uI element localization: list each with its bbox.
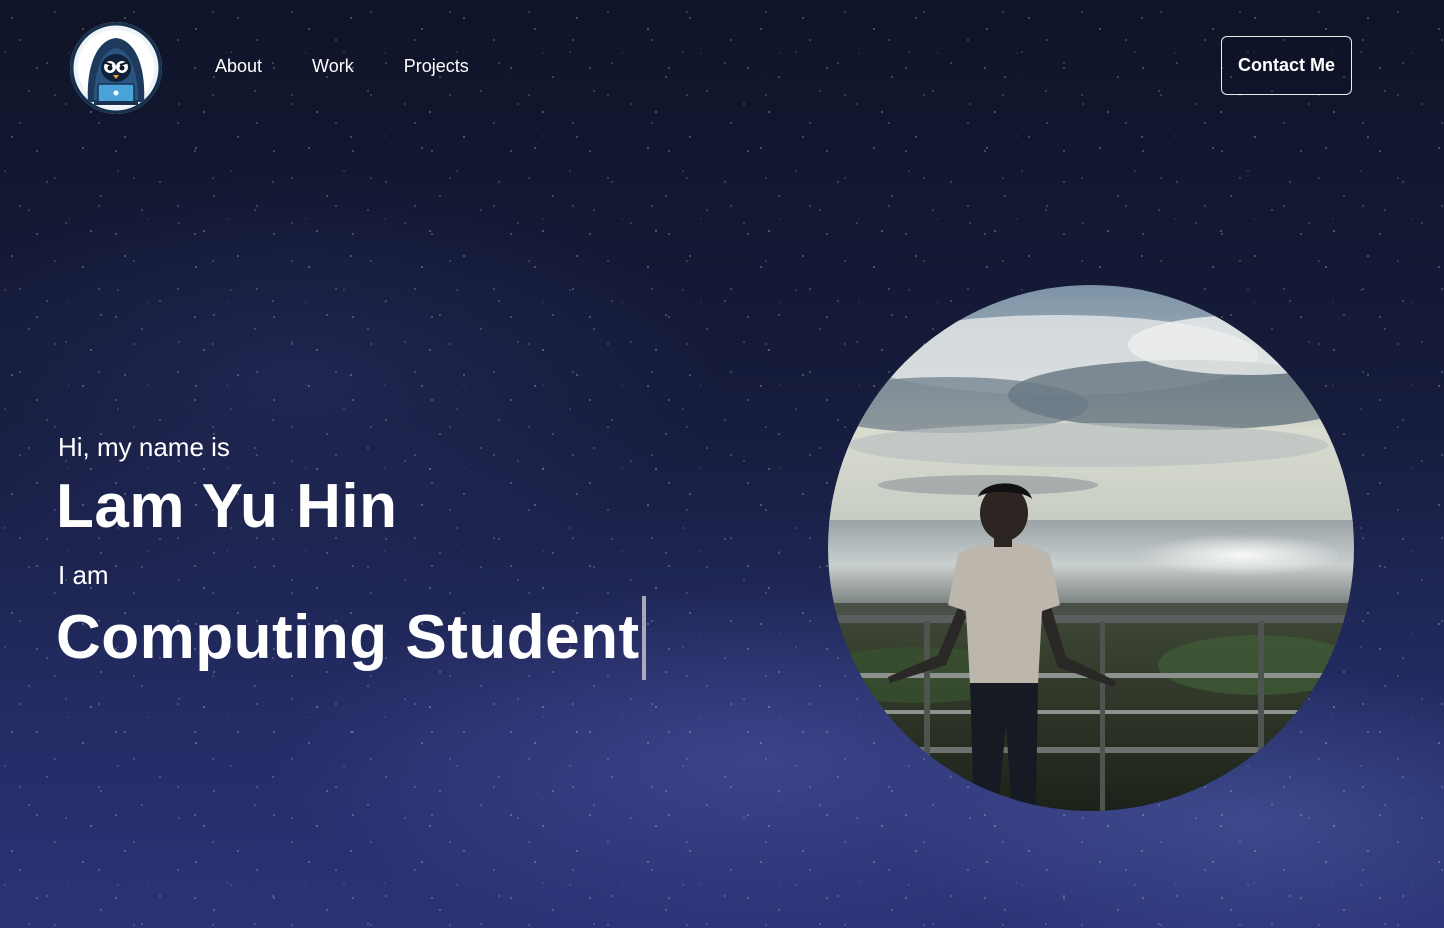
typing-cursor (641, 596, 646, 680)
main-nav: About Work Projects (215, 54, 469, 78)
nav-projects[interactable]: Projects (404, 54, 469, 78)
contact-me-button[interactable]: Contact Me (1221, 36, 1352, 95)
hero-name: Lam Yu Hin (56, 472, 398, 541)
hero-greeting: Hi, my name is (58, 432, 230, 462)
hero-role: Computing Student (56, 603, 640, 672)
profile-photo (828, 285, 1354, 811)
hero-intro: I am (58, 560, 109, 590)
profile-photo-image (828, 285, 1354, 811)
nav-about[interactable]: About (215, 54, 262, 78)
nav-work[interactable]: Work (312, 54, 354, 78)
site-logo[interactable] (70, 22, 162, 114)
hooded-penguin-icon (70, 22, 162, 114)
hero-role-line: Computing Student (56, 596, 646, 680)
